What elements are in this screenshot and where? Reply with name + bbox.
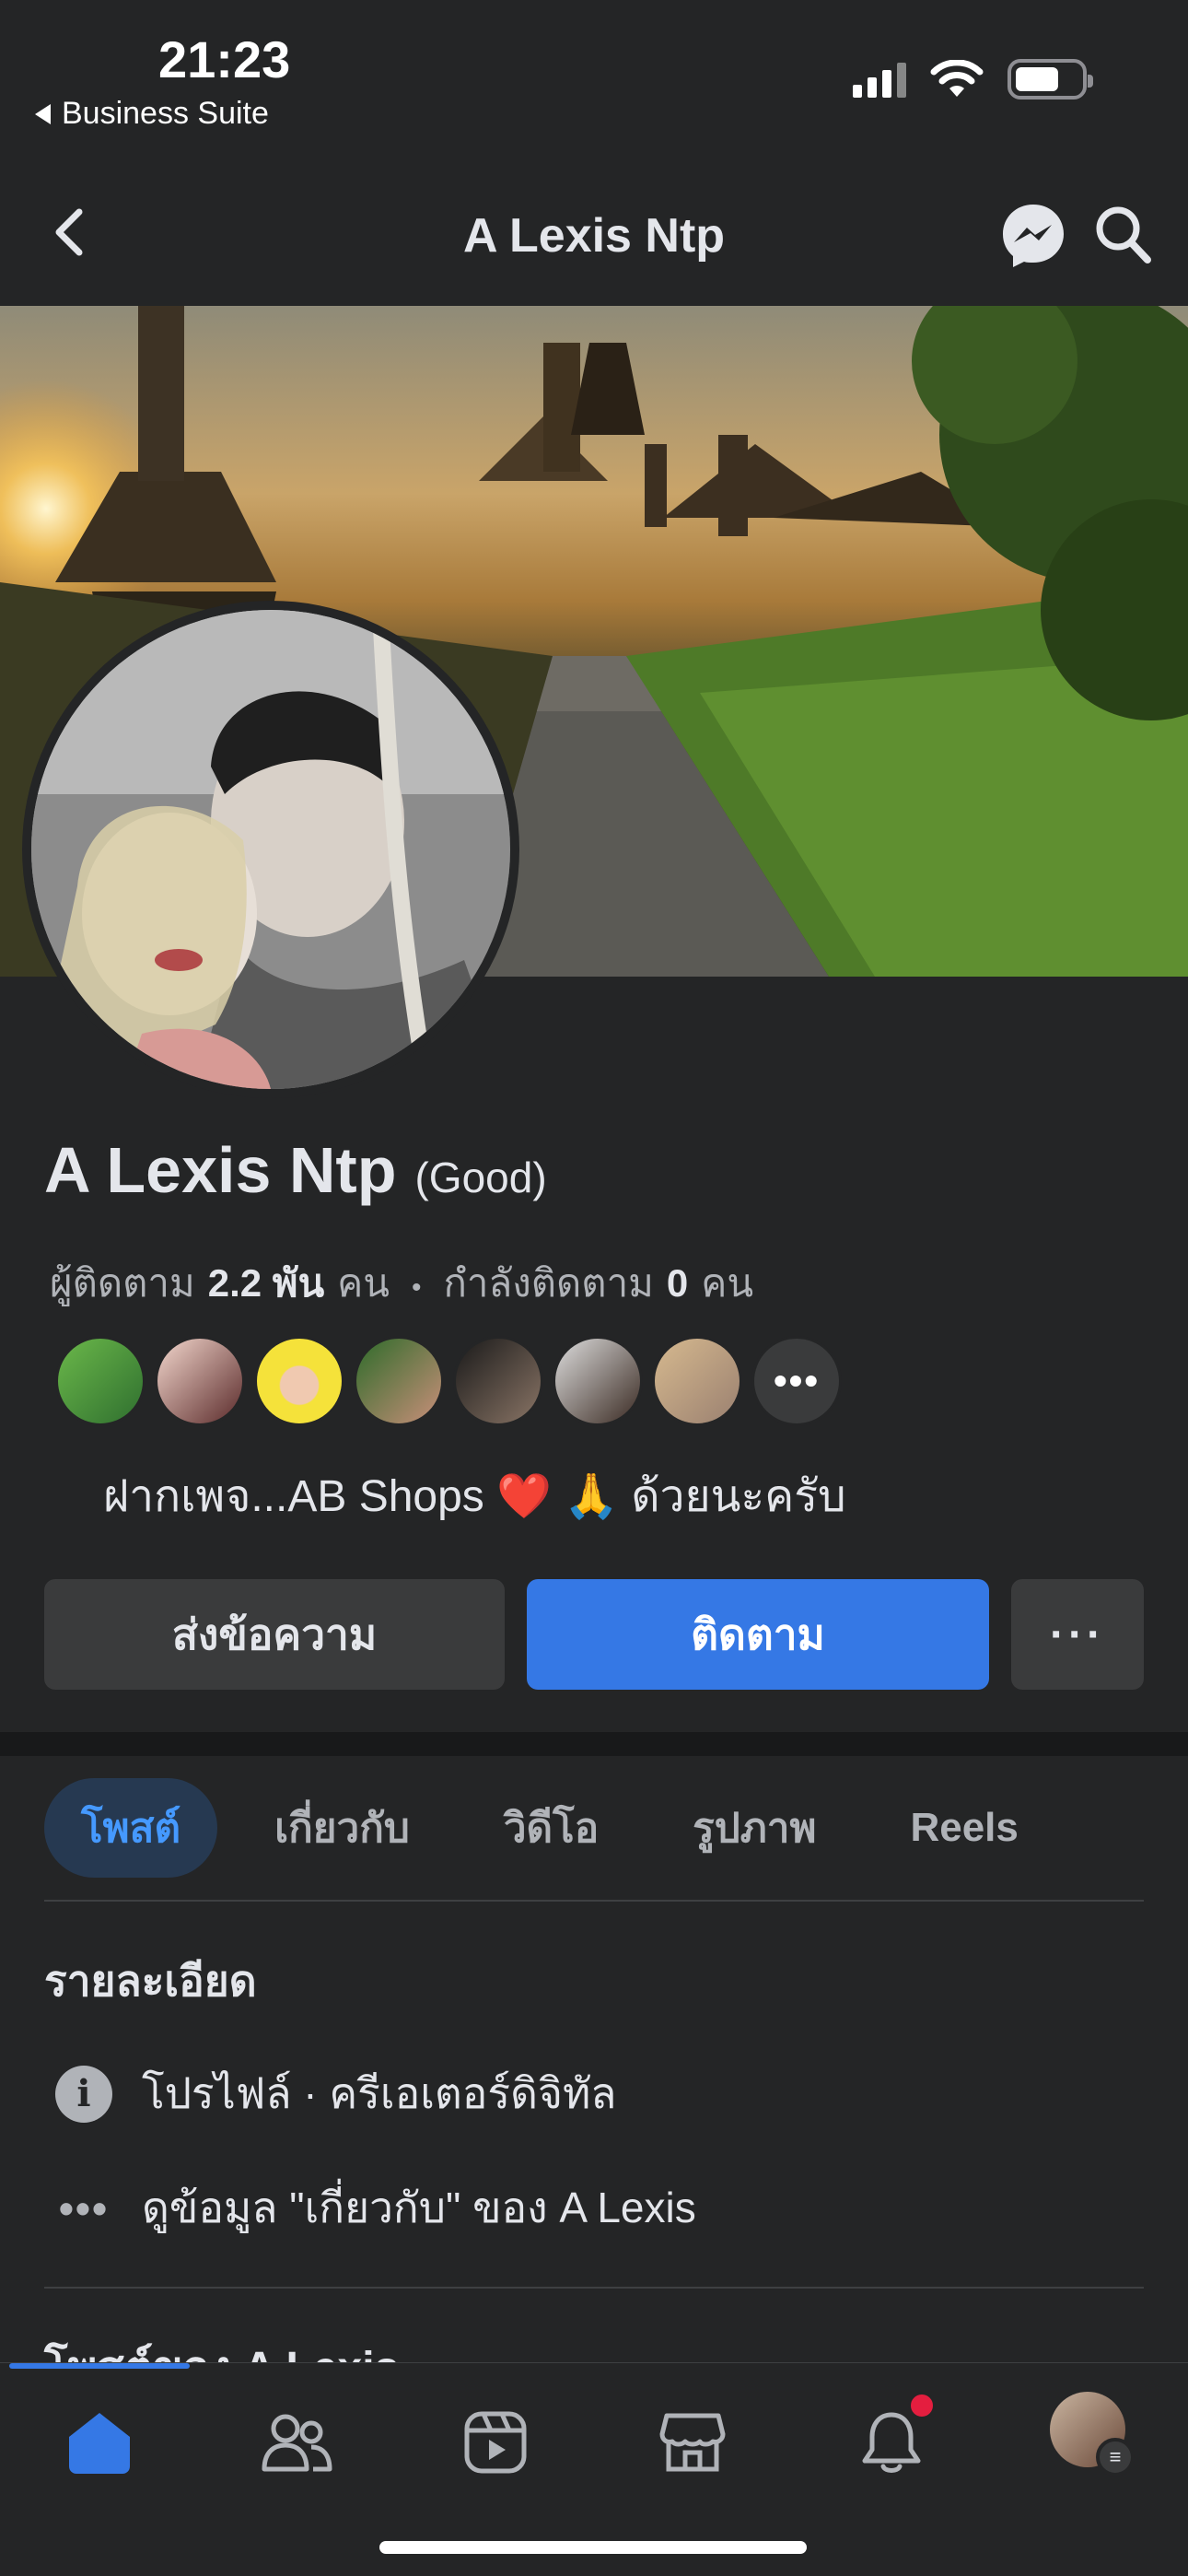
messenger-icon[interactable] (998, 201, 1068, 271)
cellular-signal-icon (853, 61, 906, 98)
battery-icon (1007, 59, 1093, 100)
followers-count[interactable]: 2.2 พัน (208, 1253, 324, 1314)
follower-avatar[interactable] (254, 1336, 344, 1426)
marketplace-icon (659, 2413, 726, 2472)
more-options-button[interactable]: ··· (1011, 1579, 1144, 1690)
tab-reels[interactable]: Reels (873, 1778, 1054, 1878)
status-icons (853, 59, 1093, 100)
info-icon: i (55, 2065, 112, 2123)
details-title: รายละเอียด (44, 1957, 257, 2005)
tabs-divider (44, 1900, 1144, 1902)
home-icon (69, 2413, 130, 2474)
profile-picture[interactable] (22, 601, 519, 1098)
bell-icon (862, 2412, 921, 2473)
follower-avatar[interactable] (553, 1336, 643, 1426)
back-triangle-icon (35, 103, 51, 124)
tab-videos[interactable]: วิดีโอ (467, 1778, 635, 1878)
followers-unit: คน (337, 1261, 390, 1305)
follower-avatar[interactable] (55, 1336, 146, 1426)
home-indicator (379, 2541, 807, 2554)
more-dots-icon: ••• (58, 2184, 110, 2232)
profile-type-row: i โปรไฟล์ · ครีเอเตอร์ดิจิทัล (55, 2060, 616, 2127)
back-app-label: Business Suite (62, 96, 269, 131)
followers-label: ผู้ติดตาม (50, 1261, 195, 1305)
profile-bio: ฝากเพจ...AB Shops ❤️ 🙏 ด้วยนะครับ (103, 1472, 846, 1521)
profile-type-text: โปรไฟล์ · ครีเอเตอร์ดิจิทัล (142, 2069, 617, 2117)
friends-tab[interactable] (250, 2396, 343, 2488)
following-count[interactable]: 0 (667, 1261, 688, 1306)
follower-avatar[interactable] (453, 1336, 543, 1426)
video-tab[interactable] (449, 2396, 542, 2488)
marketplace-tab[interactable] (646, 2396, 739, 2488)
follower-avatars[interactable]: ••• (55, 1336, 842, 1426)
notification-badge (908, 2392, 936, 2419)
home-tab[interactable] (53, 2396, 146, 2488)
details-divider (44, 2287, 1144, 2289)
status-time: 21:23 (158, 30, 291, 88)
see-about-row[interactable]: ••• ดูข้อมูล "เกี่ยวกับ" ของ A Lexis (55, 2174, 696, 2242)
stats-separator: • (411, 1272, 422, 1303)
section-divider (0, 1732, 1188, 1756)
profile-name: A Lexis Ntp (44, 1134, 397, 1206)
profile-name-row: A Lexis Ntp (Good) (44, 1133, 547, 1207)
profile-tabs: โพสต์ เกี่ยวกับ วิดีโอ รูปภาพ Reels (44, 1778, 1055, 1878)
see-about-text[interactable]: ดูข้อมูล "เกี่ยวกับ" ของ A Lexis (142, 2174, 696, 2242)
follower-avatar[interactable] (354, 1336, 444, 1426)
search-icon[interactable] (1092, 203, 1155, 267)
scroll-indicator (9, 2363, 190, 2369)
tab-photos[interactable]: รูปภาพ (656, 1778, 853, 1878)
following-unit: คน (701, 1261, 754, 1305)
message-button[interactable]: ส่งข้อความ (44, 1579, 505, 1690)
video-icon (464, 2411, 527, 2474)
following-label: กำลังติดตาม (443, 1261, 654, 1305)
status-bar: 21:23 Business Suite (0, 0, 1188, 157)
follow-stats: ผู้ติดตาม 2.2 พัน คน • กำลังติดตาม 0 คน (50, 1253, 753, 1314)
back-to-app-link[interactable]: Business Suite (35, 96, 269, 132)
tab-posts[interactable]: โพสต์ (44, 1778, 218, 1878)
follower-avatar[interactable] (652, 1336, 742, 1426)
top-nav: A Lexis Ntp (0, 175, 1188, 295)
follow-button[interactable]: ติดตาม (527, 1579, 989, 1690)
wifi-icon (930, 60, 984, 97)
follower-avatar[interactable] (155, 1336, 245, 1426)
tab-about[interactable]: เกี่ยวกับ (238, 1778, 447, 1878)
more-followers-button[interactable]: ••• (751, 1336, 842, 1426)
profile-name-tag: (Good) (414, 1153, 547, 1201)
friends-icon (262, 2414, 332, 2472)
menu-icon[interactable]: ≡ (1096, 2438, 1135, 2476)
